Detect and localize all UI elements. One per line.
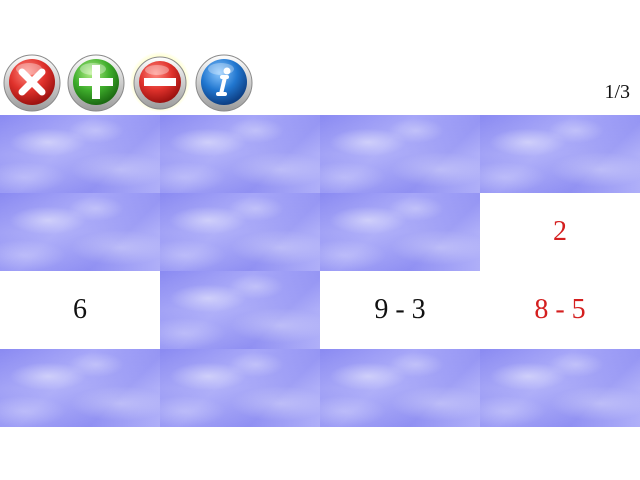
game-screen: 1/3 2 6 9 - 3 8 - 5 — [0, 0, 640, 480]
card-face-down[interactable] — [320, 115, 480, 193]
subtract-button[interactable] — [130, 52, 190, 112]
add-button[interactable] — [66, 52, 126, 112]
minus-icon — [133, 56, 187, 110]
card-face-down[interactable] — [0, 115, 160, 193]
card-face-down[interactable] — [160, 271, 320, 349]
card-face-up[interactable]: 8 - 5 — [480, 271, 640, 349]
card-face-down[interactable] — [320, 349, 480, 427]
card-face-down[interactable] — [0, 193, 160, 271]
card-value: 9 - 3 — [374, 294, 426, 325]
card-face-up[interactable]: 9 - 3 — [320, 271, 480, 349]
card-face-down[interactable] — [160, 193, 320, 271]
card-face-down[interactable] — [160, 349, 320, 427]
card-face-down[interactable] — [480, 349, 640, 427]
plus-icon — [67, 54, 125, 112]
card-face-down[interactable] — [160, 115, 320, 193]
page-counter: 1/3 — [604, 81, 630, 103]
card-face-down[interactable] — [480, 115, 640, 193]
close-x-icon — [3, 54, 61, 112]
info-icon — [195, 54, 253, 112]
card-face-up[interactable]: 2 — [480, 193, 640, 271]
card-value: 6 — [73, 294, 87, 325]
close-button[interactable] — [2, 52, 62, 112]
card-face-down[interactable] — [320, 193, 480, 271]
card-value: 8 - 5 — [534, 294, 586, 325]
card-face-down[interactable] — [0, 349, 160, 427]
toolbar — [2, 52, 254, 112]
info-button[interactable] — [194, 52, 254, 112]
card-value: 2 — [553, 216, 567, 247]
card-face-up[interactable]: 6 — [0, 271, 160, 349]
card-board: 2 6 9 - 3 8 - 5 — [0, 115, 640, 427]
